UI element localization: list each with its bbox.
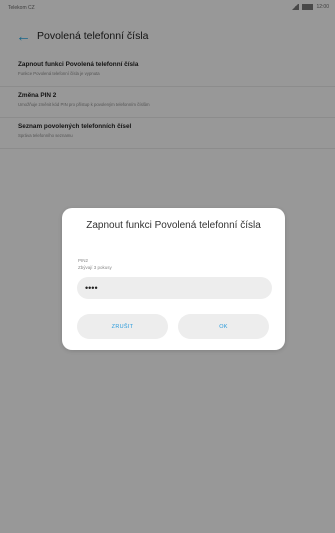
pin2-label: PIN2 (78, 258, 89, 263)
cancel-button[interactable]: ZRUŠIT (77, 314, 168, 339)
attempts-hint: Zbývají 3 pokusy (78, 265, 112, 270)
pin2-input[interactable] (77, 277, 272, 299)
ok-button[interactable]: OK (178, 314, 269, 339)
dialog-title: Zapnout funkci Povolená telefonní čísla (86, 220, 261, 231)
pin2-dialog: Zapnout funkci Povolená telefonní čísla … (62, 208, 285, 350)
